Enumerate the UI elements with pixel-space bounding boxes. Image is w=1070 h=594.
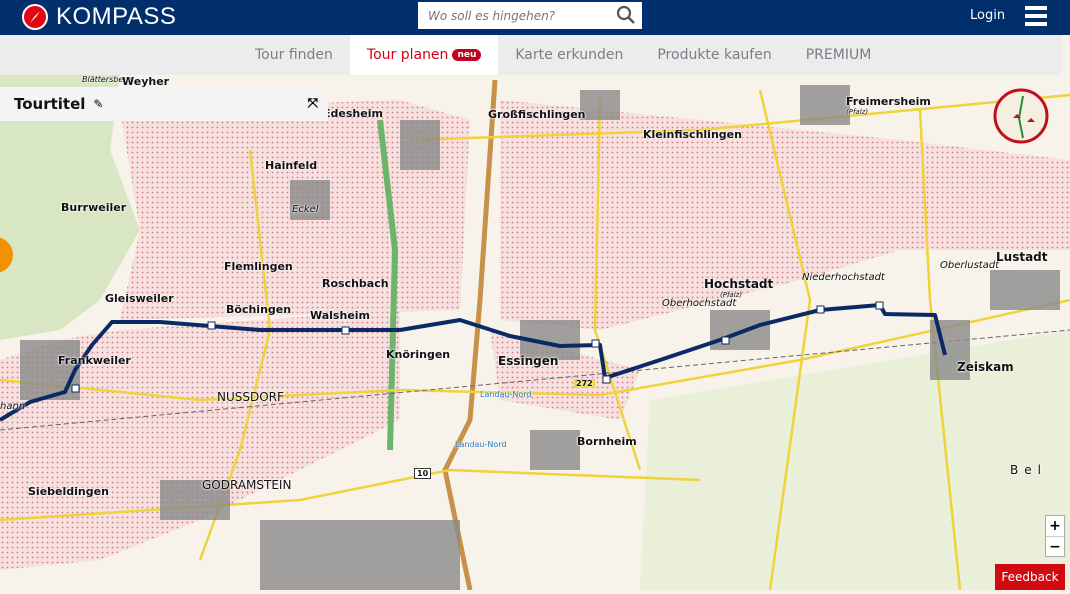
- feedback-button[interactable]: Feedback: [995, 564, 1065, 590]
- tab-karte-erkunden[interactable]: Karte erkunden: [498, 35, 640, 75]
- road-number: 272: [574, 379, 595, 388]
- expand-icon[interactable]: ⤧: [308, 96, 318, 111]
- zoom-out-button[interactable]: −: [1046, 536, 1064, 556]
- place-label: Großfischlingen: [488, 108, 586, 121]
- tab-label: Tour finden: [255, 47, 333, 63]
- tab-tour-finden[interactable]: Tour finden: [238, 35, 350, 75]
- place-label: Oberlustadt: [940, 260, 1000, 271]
- place-label: GODRAMSTEIN: [202, 478, 292, 492]
- pencil-edit-icon[interactable]: ✎: [93, 97, 103, 111]
- tab-label: Produkte kaufen: [657, 47, 772, 63]
- place-label: Landau-Nord: [455, 440, 507, 449]
- tab-label: PREMIUM: [805, 47, 872, 63]
- tour-panel: Tourtitel ✎ ⤧: [0, 87, 328, 121]
- place-label: Bel: [1010, 463, 1047, 477]
- map-canvas[interactable]: Blättersberg Weyher Edesheim Großfischli…: [0, 75, 1070, 591]
- zoom-in-button[interactable]: +: [1046, 516, 1064, 536]
- place-label: Knöringen: [386, 348, 451, 361]
- place-label: (Pfalz): [846, 108, 869, 116]
- place-label: Eckel: [292, 204, 319, 215]
- new-badge: neu: [452, 49, 482, 61]
- compass-icon: [22, 4, 48, 30]
- place-label: Zeiskam: [957, 360, 1014, 374]
- place-label: Hochstadt: [704, 277, 774, 291]
- map-legend-badge-icon[interactable]: [993, 88, 1049, 148]
- brand-name: KOMPASS: [56, 3, 177, 30]
- place-label: Oberhochstadt: [662, 298, 737, 309]
- tab-label: Tour planen: [366, 47, 449, 63]
- road-number: 10: [414, 468, 432, 479]
- tab-tour-planen[interactable]: Tour planen neu: [349, 35, 499, 75]
- zoom-control: + −: [1045, 515, 1065, 557]
- place-label: Walsheim: [310, 309, 371, 322]
- place-label: Flemlingen: [224, 260, 293, 273]
- place-label: Freimersheim: [846, 95, 931, 108]
- login-link[interactable]: Login: [970, 8, 1005, 23]
- place-label: NUSSDORF: [217, 390, 284, 404]
- tab-produkte-kaufen[interactable]: Produkte kaufen: [640, 35, 788, 75]
- tab-premium[interactable]: PREMIUM: [789, 35, 889, 75]
- place-label: Hainfeld: [265, 159, 318, 172]
- search-icon[interactable]: [616, 5, 636, 29]
- place-label: Niederhochstadt: [802, 272, 885, 283]
- tour-title[interactable]: Tourtitel: [14, 95, 85, 113]
- place-label: Lustadt: [996, 250, 1048, 264]
- place-label: Edesheim: [323, 107, 383, 120]
- place-label: Bornheim: [577, 435, 637, 448]
- search-box[interactable]: [418, 2, 642, 29]
- place-label: Böchingen: [226, 303, 292, 316]
- place-label: Siebeldingen: [28, 485, 109, 498]
- main-nav: Tour finden Tour planen neu Karte erkunde…: [0, 35, 1062, 75]
- tab-label: Karte erkunden: [515, 47, 624, 63]
- place-label: Frankweiler: [58, 354, 131, 367]
- place-label: Kleinfischlingen: [643, 128, 742, 141]
- place-label: Roschbach: [322, 277, 389, 290]
- place-label: Burrweiler: [61, 201, 127, 214]
- search-input[interactable]: [428, 8, 608, 23]
- hamburger-menu-icon[interactable]: [1025, 6, 1047, 26]
- place-label: Landau-Nord: [480, 390, 532, 399]
- place-label: Gleisweiler: [105, 292, 174, 305]
- place-label: hann: [0, 401, 26, 412]
- top-header: KOMPASS Login: [0, 0, 1070, 35]
- kompass-logo[interactable]: KOMPASS: [22, 3, 176, 31]
- place-label: Essingen: [498, 354, 559, 368]
